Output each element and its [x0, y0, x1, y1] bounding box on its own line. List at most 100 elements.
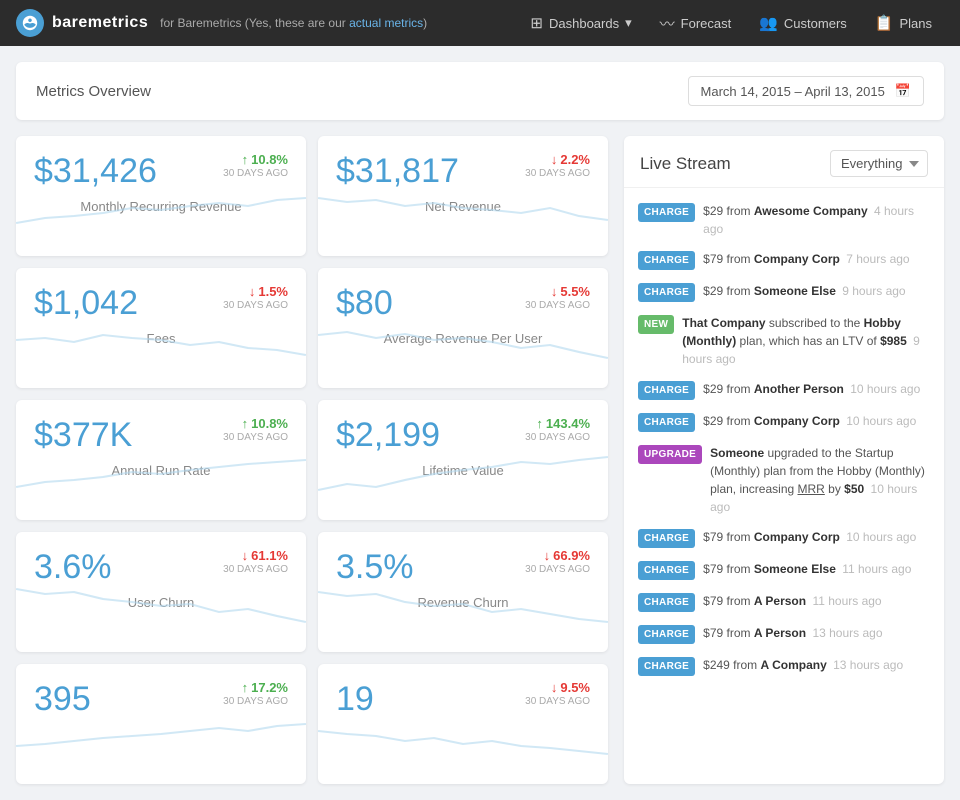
nav-forecast[interactable]: 〰 Forecast — [648, 7, 744, 40]
stream-text: $79 from Someone Else 11 hours ago — [703, 560, 930, 578]
metric-card-ltv: $2,199 ↑ 143.4% 30 DAYS AGO Lifetime Val… — [318, 400, 608, 520]
metric-card-9: 19 ↓ 9.5% 30 DAYS AGO — [318, 664, 608, 784]
metric-change-user-churn: ↓ 61.1% — [242, 548, 288, 563]
metric-card-user-churn: 3.6% ↓ 61.1% 30 DAYS AGO User Churn — [16, 532, 306, 652]
metric-chart-net-revenue — [318, 188, 608, 228]
metric-card-net-revenue: $31,817 ↓ 2.2% 30 DAYS AGO Net Revenue — [318, 136, 608, 256]
metric-value-net-revenue: $31,817 — [336, 152, 459, 191]
forecast-icon: 〰 — [660, 13, 675, 34]
live-stream-body: CHARGE $29 from Awesome Company 4 hours … — [624, 188, 944, 688]
metric-change-arr: ↑ 10.8% — [242, 416, 288, 431]
stream-text: Someone upgraded to the Startup (Monthly… — [710, 444, 930, 516]
content-area: Metrics Overview March 14, 2015 – April … — [0, 46, 960, 800]
list-item: CHARGE $79 from A Person 11 hours ago — [624, 586, 944, 618]
metric-value-arr: $377K — [34, 416, 132, 455]
metric-card-revenue-churn: 3.5% ↓ 66.9% 30 DAYS AGO Revenue Churn — [318, 532, 608, 652]
stream-text: $79 from A Person 13 hours ago — [703, 624, 930, 642]
stream-badge-charge: CHARGE — [638, 657, 695, 676]
list-item: UPGRADE Someone upgraded to the Startup … — [624, 438, 944, 522]
logo-icon — [16, 9, 44, 37]
metric-days-ltv: 30 DAYS AGO — [525, 432, 590, 443]
metric-card-8: 395 ↑ 17.2% 30 DAYS AGO — [16, 664, 306, 784]
dashboard-icon: ⊞ — [530, 14, 543, 32]
stream-badge-charge: CHARGE — [638, 561, 695, 580]
metric-days-9: 30 DAYS AGO — [525, 696, 590, 707]
metric-days-arr: 30 DAYS AGO — [223, 432, 288, 443]
metric-days-revenue-churn: 30 DAYS AGO — [525, 564, 590, 575]
nav-customers-label: Customers — [784, 16, 847, 31]
for-text: for Baremetrics — [160, 16, 241, 30]
actual-text: Yes, these are our — [249, 16, 349, 30]
live-stream-title: Live Stream — [640, 154, 731, 174]
stream-text: $29 from Awesome Company 4 hours ago — [703, 202, 930, 238]
list-item: CHARGE $29 from Company Corp 10 hours ag… — [624, 406, 944, 438]
brand-name: baremetrics — [52, 14, 148, 31]
metric-value-arpu: $80 — [336, 284, 393, 323]
list-item: CHARGE $79 from Someone Else 11 hours ag… — [624, 554, 944, 586]
metric-days-mrr: 30 DAYS AGO — [223, 168, 288, 179]
list-item: CHARGE $29 from Awesome Company 4 hours … — [624, 196, 944, 244]
metric-chart-fees — [16, 320, 306, 360]
stream-badge-charge: CHARGE — [638, 413, 695, 432]
chevron-down-icon: ▾ — [625, 15, 632, 31]
stream-badge-charge: CHARGE — [638, 251, 695, 270]
metric-change-fees: ↓ 1.5% — [249, 284, 288, 299]
stream-badge-charge: CHARGE — [638, 381, 695, 400]
metric-change-mrr: ↑ 10.8% — [242, 152, 288, 167]
metric-chart-mrr — [16, 188, 306, 228]
stream-text: $79 from A Person 11 hours ago — [703, 592, 930, 610]
metric-chart-user-churn — [16, 584, 306, 624]
stream-badge-new: NEW — [638, 315, 674, 334]
stream-badge-upgrade: UPGRADE — [638, 445, 702, 464]
metric-change-arpu: ↓ 5.5% — [551, 284, 590, 299]
metric-card-arr: $377K ↑ 10.8% 30 DAYS AGO Annual Run Rat… — [16, 400, 306, 520]
metric-card-mrr: $31,426 ↑ 10.8% 30 DAYS AGO Monthly Recu… — [16, 136, 306, 256]
actual-metrics-link[interactable]: actual metrics — [349, 16, 423, 30]
list-item: CHARGE $79 from A Person 13 hours ago — [624, 618, 944, 650]
date-range-text: March 14, 2015 – April 13, 2015 — [701, 84, 885, 99]
metrics-overview-title: Metrics Overview — [36, 83, 151, 100]
stream-text: $29 from Company Corp 10 hours ago — [703, 412, 930, 430]
stream-badge-charge: CHARGE — [638, 283, 695, 302]
customers-icon: 👥 — [759, 14, 778, 32]
date-range-picker[interactable]: March 14, 2015 – April 13, 2015 📅 — [688, 76, 924, 106]
metric-value-revenue-churn: 3.5% — [336, 548, 414, 587]
metric-chart-8 — [16, 716, 306, 756]
metric-value-9: 19 — [336, 680, 374, 719]
nav-forecast-label: Forecast — [681, 16, 732, 31]
stream-badge-charge: CHARGE — [638, 625, 695, 644]
metric-chart-arr — [16, 452, 306, 492]
metric-card-fees: $1,042 ↓ 1.5% 30 DAYS AGO Fees — [16, 268, 306, 388]
stream-text: $249 from A Company 13 hours ago — [703, 656, 930, 674]
main-grid: $31,426 ↑ 10.8% 30 DAYS AGO Monthly Recu… — [16, 136, 944, 784]
stream-text: $29 from Someone Else 9 hours ago — [703, 282, 930, 300]
stream-text: $29 from Another Person 10 hours ago — [703, 380, 930, 398]
nav-plans-label: Plans — [899, 16, 932, 31]
header: baremetrics for Baremetrics (Yes, these … — [0, 0, 960, 46]
metric-card-arpu: $80 ↓ 5.5% 30 DAYS AGO Average Revenue P… — [318, 268, 608, 388]
stream-badge-charge: CHARGE — [638, 593, 695, 612]
metric-change-8: ↑ 17.2% — [242, 680, 288, 695]
metric-chart-revenue-churn — [318, 584, 608, 624]
list-item: FAILED Another Guy's $79 payment failed.… — [624, 682, 944, 688]
metrics-grid: $31,426 ↑ 10.8% 30 DAYS AGO Monthly Recu… — [16, 136, 608, 784]
stream-text: That Company subscribed to the Hobby (Mo… — [682, 314, 930, 368]
stream-text: $79 from Company Corp 10 hours ago — [703, 528, 930, 546]
metric-days-arpu: 30 DAYS AGO — [525, 300, 590, 311]
metric-chart-9 — [318, 716, 608, 756]
stream-text: $79 from Company Corp 7 hours ago — [703, 250, 930, 268]
stream-badge-charge: CHARGE — [638, 529, 695, 548]
plans-icon: 📋 — [875, 14, 894, 32]
nav-customers[interactable]: 👥 Customers — [747, 8, 859, 38]
nav-dashboards[interactable]: ⊞ Dashboards ▾ — [518, 8, 643, 38]
metric-value-8: 395 — [34, 680, 91, 719]
metric-value-ltv: $2,199 — [336, 416, 440, 455]
live-stream-filter[interactable]: Everything Charges New Upgrades Failed — [830, 150, 928, 177]
list-item: NEW That Company subscribed to the Hobby… — [624, 308, 944, 374]
metric-change-revenue-churn: ↓ 66.9% — [544, 548, 590, 563]
metric-chart-arpu — [318, 320, 608, 360]
live-stream-header: Live Stream Everything Charges New Upgra… — [624, 136, 944, 188]
nav-plans[interactable]: 📋 Plans — [863, 8, 944, 38]
list-item: CHARGE $29 from Another Person 10 hours … — [624, 374, 944, 406]
stream-badge-charge: CHARGE — [638, 203, 695, 222]
